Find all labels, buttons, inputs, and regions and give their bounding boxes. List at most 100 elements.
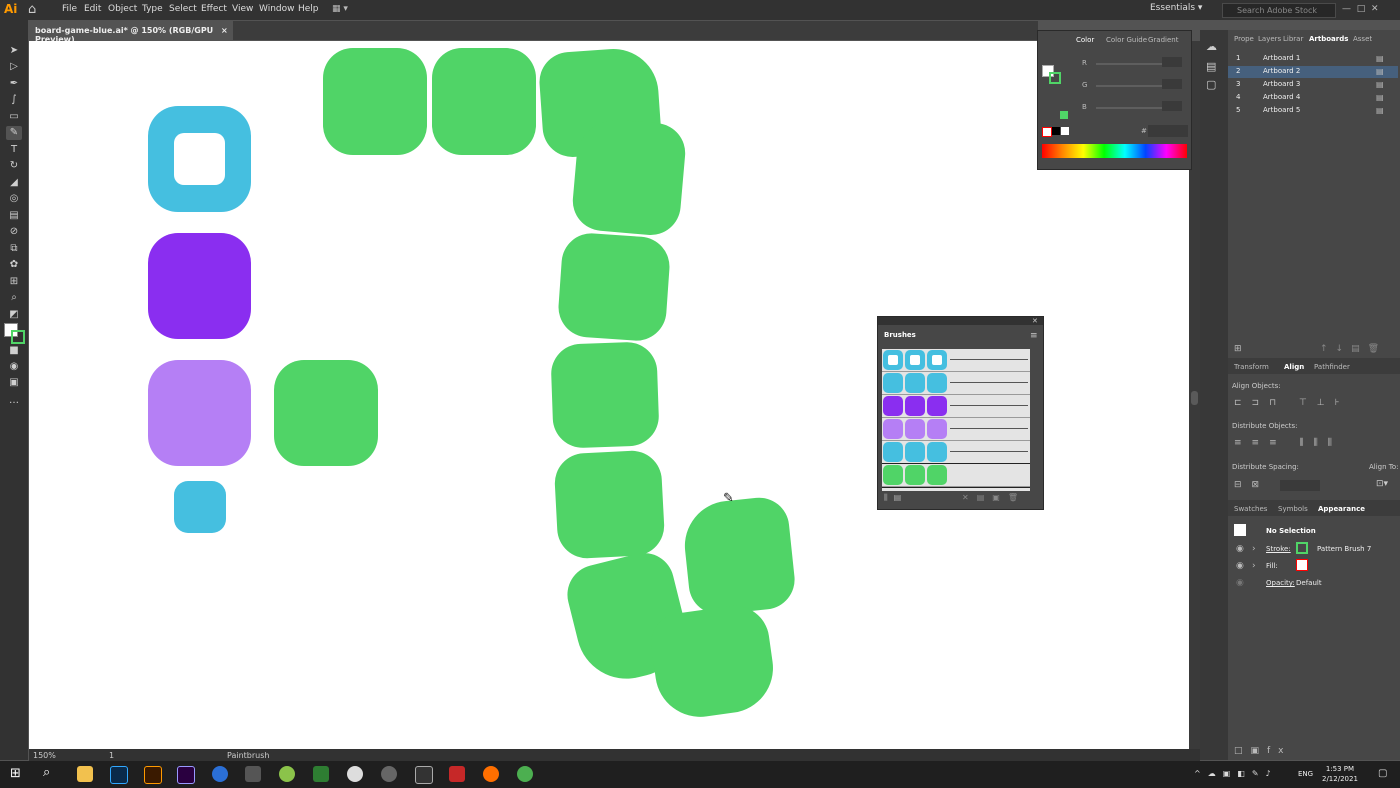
panel-drag-bar[interactable] — [878, 317, 1043, 325]
more-tools-icon[interactable]: … — [6, 394, 22, 408]
app-icon[interactable] — [347, 766, 363, 782]
brush-row[interactable] — [882, 463, 1030, 488]
stroke-swatch-icon[interactable] — [11, 330, 25, 344]
brush-actions-icons[interactable]: ✕▤▣🗑 — [962, 493, 1026, 502]
path-tile[interactable] — [680, 494, 798, 618]
artboard-row[interactable]: 1 Artboard 1 ▤ — [1228, 53, 1398, 65]
small-blue-tile[interactable] — [174, 481, 226, 533]
panel-menu-icon[interactable]: ≡ — [1030, 331, 1038, 341]
spacing-input[interactable] — [1280, 480, 1320, 491]
expand-icon[interactable]: › — [1252, 561, 1256, 571]
pen-tool-icon[interactable]: ✒ — [6, 77, 22, 91]
menu-help[interactable]: Help — [298, 4, 319, 14]
hex-input[interactable] — [1148, 125, 1188, 137]
menu-file[interactable]: File — [62, 4, 77, 14]
menu-object[interactable]: Object — [108, 4, 137, 14]
screen-mode-icon[interactable]: ▣ — [6, 376, 22, 390]
photoshop-icon[interactable] — [110, 766, 128, 784]
path-tile[interactable] — [647, 601, 779, 723]
artboard-actions-icons[interactable]: ⊞ — [1234, 344, 1252, 354]
tab-gradient[interactable]: Gradient — [1148, 36, 1178, 44]
path-tile[interactable] — [432, 48, 536, 155]
file-explorer-icon[interactable] — [77, 766, 93, 782]
opacity-label[interactable]: Opacity: — [1266, 579, 1295, 587]
brush-row[interactable] — [882, 441, 1030, 464]
zoom-tool-icon[interactable]: ⌕ — [6, 291, 22, 305]
tab-transform[interactable]: Transform — [1234, 363, 1269, 371]
artboard-options-icon[interactable]: ▤ — [1376, 54, 1384, 63]
fill-label[interactable]: Fill: — [1266, 562, 1278, 570]
symbol-sprayer-tool-icon[interactable]: ✿ — [6, 258, 22, 272]
notifications-icon[interactable]: ▢ — [1378, 768, 1387, 779]
app-logo[interactable]: Ai — [4, 2, 22, 18]
app-icon[interactable] — [245, 766, 261, 782]
tab-libraries[interactable]: Librar — [1283, 35, 1303, 43]
paintbrush-tool-icon[interactable]: ✎ — [6, 126, 22, 140]
system-tray-icons[interactable]: ^☁▣◧✎♪ — [1194, 769, 1278, 778]
tab-properties[interactable]: Prope — [1234, 35, 1254, 43]
gradient-tool-icon[interactable]: ▤ — [6, 209, 22, 223]
eye-icon[interactable]: ◉ — [1236, 561, 1244, 571]
app-icon[interactable] — [313, 766, 329, 782]
tab-color[interactable]: Color — [1076, 36, 1094, 44]
channel-g-input[interactable] — [1162, 79, 1182, 89]
tab-color-guide[interactable]: Color Guide — [1106, 36, 1147, 44]
menu-type[interactable]: Type — [142, 4, 163, 14]
app-icon[interactable] — [212, 766, 228, 782]
brush-list[interactable] — [882, 349, 1030, 491]
align-objects-buttons[interactable]: ⊏⊐⊓ ⊤⊥⊦ — [1234, 398, 1349, 408]
path-tile[interactable] — [553, 449, 666, 560]
brush-row[interactable] — [882, 372, 1030, 395]
brush-row[interactable] — [882, 349, 1030, 372]
distribute-spacing-buttons[interactable]: ⊟⊠ — [1234, 480, 1269, 490]
tab-appearance[interactable]: Appearance — [1318, 505, 1365, 513]
stroke-value[interactable]: Pattern Brush 7 — [1317, 545, 1371, 553]
rotate-tool-icon[interactable]: ↻ — [6, 159, 22, 173]
artboard-row[interactable]: 4 Artboard 4 ▤ — [1228, 92, 1398, 104]
rectangle-tool-icon[interactable]: ▭ — [6, 110, 22, 124]
tab-artboards[interactable]: Artboards — [1309, 35, 1348, 43]
color-spectrum[interactable] — [1042, 144, 1187, 158]
artboard-options-icon[interactable]: ▤ — [1376, 93, 1384, 102]
shape-builder-tool-icon[interactable]: ◎ — [6, 192, 22, 206]
path-tile[interactable] — [323, 48, 427, 155]
fill-none-swatch-icon[interactable] — [1296, 559, 1308, 571]
libraries-icon[interactable]: ☁ — [1206, 40, 1217, 53]
menu-view[interactable]: View — [232, 4, 253, 14]
app-icon[interactable] — [279, 766, 295, 782]
eyedropper-tool-icon[interactable]: ⊘ — [6, 225, 22, 239]
default-colors-icon[interactable]: ◩ — [6, 308, 22, 322]
none-swatch[interactable] — [1042, 127, 1052, 137]
menu-effect[interactable]: Effect — [201, 4, 227, 14]
stock-search-input[interactable]: Search Adobe Stock — [1222, 3, 1336, 18]
white-swatch[interactable] — [1061, 127, 1069, 135]
black-swatch[interactable] — [1052, 127, 1060, 135]
premiere-icon[interactable] — [177, 766, 195, 784]
system-clock[interactable]: 1:53 PM 2/12/2021 — [1322, 764, 1358, 784]
artboard-options-icon[interactable]: ▤ — [1376, 106, 1384, 115]
selection-tool-icon[interactable]: ➤ — [6, 44, 22, 58]
purple-tile[interactable] — [148, 233, 251, 339]
scroll-thumb[interactable] — [1191, 391, 1198, 405]
brush-libraries-icons[interactable]: ⫼▤ — [884, 493, 907, 503]
menu-window[interactable]: Window — [259, 4, 295, 14]
search-icon[interactable]: ⌕ — [43, 765, 50, 780]
close-tab-icon[interactable]: × — [221, 26, 228, 35]
tab-align[interactable]: Align — [1284, 363, 1304, 371]
brush-row[interactable] — [882, 418, 1030, 441]
artboard-row[interactable]: 2 Artboard 2 ▤ — [1228, 66, 1398, 78]
green-tile[interactable] — [274, 360, 378, 466]
path-tile[interactable] — [570, 116, 688, 238]
window-controls[interactable]: — □ ✕ — [1342, 4, 1379, 14]
artboard-row[interactable]: 5 Artboard 5 ▤ — [1228, 105, 1398, 117]
layout-switcher-icon[interactable]: ▦ ▾ — [332, 4, 348, 14]
home-icon[interactable]: ⌂ — [28, 2, 44, 18]
eraser-tool-icon[interactable]: ◢ — [6, 176, 22, 190]
tab-assets[interactable]: Asset — [1353, 35, 1372, 43]
menu-edit[interactable]: Edit — [84, 4, 101, 14]
artboard-tool-icon[interactable]: ⊞ — [6, 275, 22, 289]
stroke-swatch-icon[interactable] — [1296, 542, 1308, 554]
channel-b-input[interactable] — [1162, 101, 1182, 111]
document-icon[interactable]: ▤ — [1206, 60, 1216, 73]
language-indicator[interactable]: ENG — [1298, 770, 1313, 778]
